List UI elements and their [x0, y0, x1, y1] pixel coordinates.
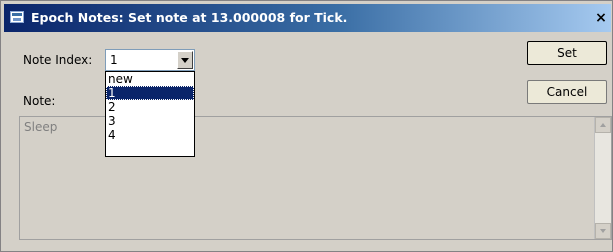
- title-bar[interactable]: Epoch Notes: Set note at 13.000008 for T…: [4, 4, 611, 32]
- note-label: Note:: [23, 94, 56, 108]
- app-window-icon: [10, 11, 24, 23]
- dropdown-option-2[interactable]: 2: [106, 100, 194, 114]
- note-index-select[interactable]: 1: [105, 49, 195, 71]
- set-button[interactable]: Set: [527, 41, 607, 65]
- vertical-scrollbar[interactable]: [594, 117, 611, 239]
- scroll-down-arrow-icon[interactable]: [595, 223, 611, 239]
- note-index-label: Note Index:: [23, 53, 93, 67]
- window-title: Epoch Notes: Set note at 13.000008 for T…: [31, 10, 348, 25]
- note-index-value: 1: [110, 53, 118, 67]
- chevron-down-icon[interactable]: [177, 51, 193, 69]
- scroll-up-arrow-icon[interactable]: [595, 117, 611, 133]
- dropdown-option-1[interactable]: 1: [106, 86, 194, 100]
- epoch-notes-dialog: Epoch Notes: Set note at 13.000008 for T…: [0, 0, 613, 252]
- dropdown-option-3[interactable]: 3: [106, 114, 194, 128]
- close-icon[interactable]: ×: [593, 10, 609, 26]
- note-text: Sleep: [24, 120, 58, 134]
- dropdown-option-new[interactable]: new: [106, 72, 194, 86]
- note-index-dropdown-list: new 1 2 3 4: [105, 71, 195, 157]
- cancel-button[interactable]: Cancel: [527, 80, 607, 104]
- dropdown-option-4[interactable]: 4: [106, 128, 194, 142]
